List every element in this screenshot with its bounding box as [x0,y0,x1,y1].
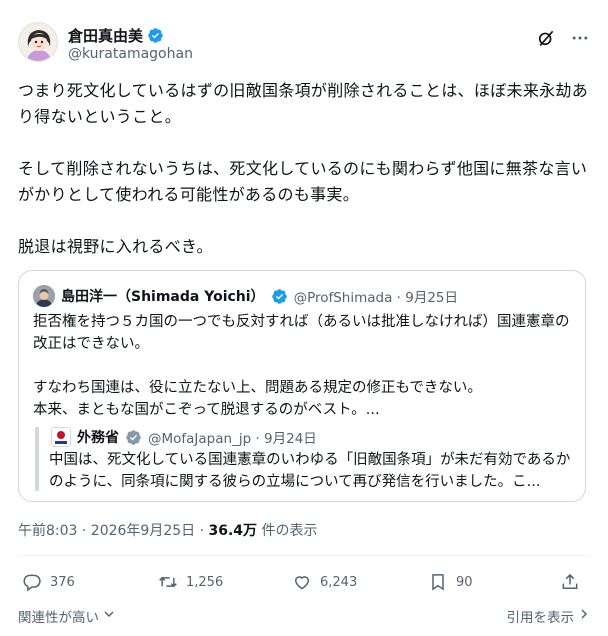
reply-icon [23,574,41,592]
author-name-row: 倉田真由美 [68,25,164,46]
quoted-author-avatar [33,285,55,307]
sort-replies-button[interactable]: 関連性が高い [18,606,115,626]
bookmark-button[interactable]: 90 [428,572,473,592]
share-icon [562,573,578,589]
verified-gray-badge-icon [125,429,142,446]
nested-tweet-header: 外務省 @MofaJapan_jp · 9月24日 [51,427,317,447]
view-quotes-label: 引用を表示 [506,610,575,626]
nested-handle-date: @MofaJapan_jp · 9月24日 [148,431,317,447]
divider [18,555,590,556]
verified-badge-icon [147,27,164,44]
nested-tweet-text: 中国は、死文化している国連憲章のいわゆる「旧敵国条項」が未だ有効であるかのように… [49,452,571,490]
sort-label: 関連性が高い [18,610,99,626]
tweet-text: つまり死文化しているはずの旧敵国条項が削除されることは、ほぼ未来永劫あり得ないと… [18,81,589,256]
quoted-tweet-header: 島田洋一（Shimada Yoichi） @ProfShimada · 9月25… [33,285,458,307]
like-count: 6,243 [320,574,358,590]
nested-quoted-tweet[interactable]: 外務省 @MofaJapan_jp · 9月24日 中国は、死文化している国連憲… [35,427,573,491]
retweet-count: 1,256 [186,574,224,590]
like-button[interactable]: 6,243 [292,572,357,592]
author-avatar[interactable] [18,22,58,62]
bookmark-count: 90 [456,574,473,590]
reply-count: 376 [50,574,75,590]
tweet-timestamp: 午前8:03 · 2026年9月25日 · 36.4万 件の表示 [18,520,318,540]
heart-icon [294,576,310,590]
chevron-right-icon [578,608,590,624]
share-button[interactable] [560,572,580,592]
retweet-button[interactable]: 1,256 [158,572,223,592]
tweet-header: 倉田真由美 @kuratamagohan [18,22,590,70]
reply-button[interactable]: 376 [22,572,75,592]
quoted-handle-date: @ProfShimada · 9月25日 [293,290,459,306]
time-date[interactable]: 午前8:03 · 2026年9月25日 · [18,523,209,539]
header-actions [536,28,590,48]
quoted-tweet-text: 拒否権を持つ５カ国の一つでも反対すれば（あるいは批准しなければ）国連憲章の改正は… [33,314,570,418]
quoted-tweet[interactable]: 島田洋一（Shimada Yoichi） @ProfShimada · 9月25… [18,270,586,502]
more-options-icon[interactable] [570,28,590,48]
author-handle[interactable]: @kuratamagohan [68,46,193,62]
views-count: 36.4万 [208,523,258,539]
quoted-author-name: 島田洋一（Shimada Yoichi） [61,289,265,305]
views-label: 件の表示 [257,523,318,539]
nested-author-name: 外務省 [77,430,119,446]
bookmark-icon [432,574,444,591]
mofa-logo-icon [51,427,71,447]
author-display-name[interactable]: 倉田真由美 [68,25,143,46]
action-bar: 376 1,256 6,243 90 [18,572,586,598]
verified-badge-icon [271,288,288,305]
chevron-down-icon [103,608,115,624]
retweet-icon [159,576,177,588]
grok-icon[interactable] [536,28,556,48]
view-quotes-button[interactable]: 引用を表示 [507,606,591,626]
